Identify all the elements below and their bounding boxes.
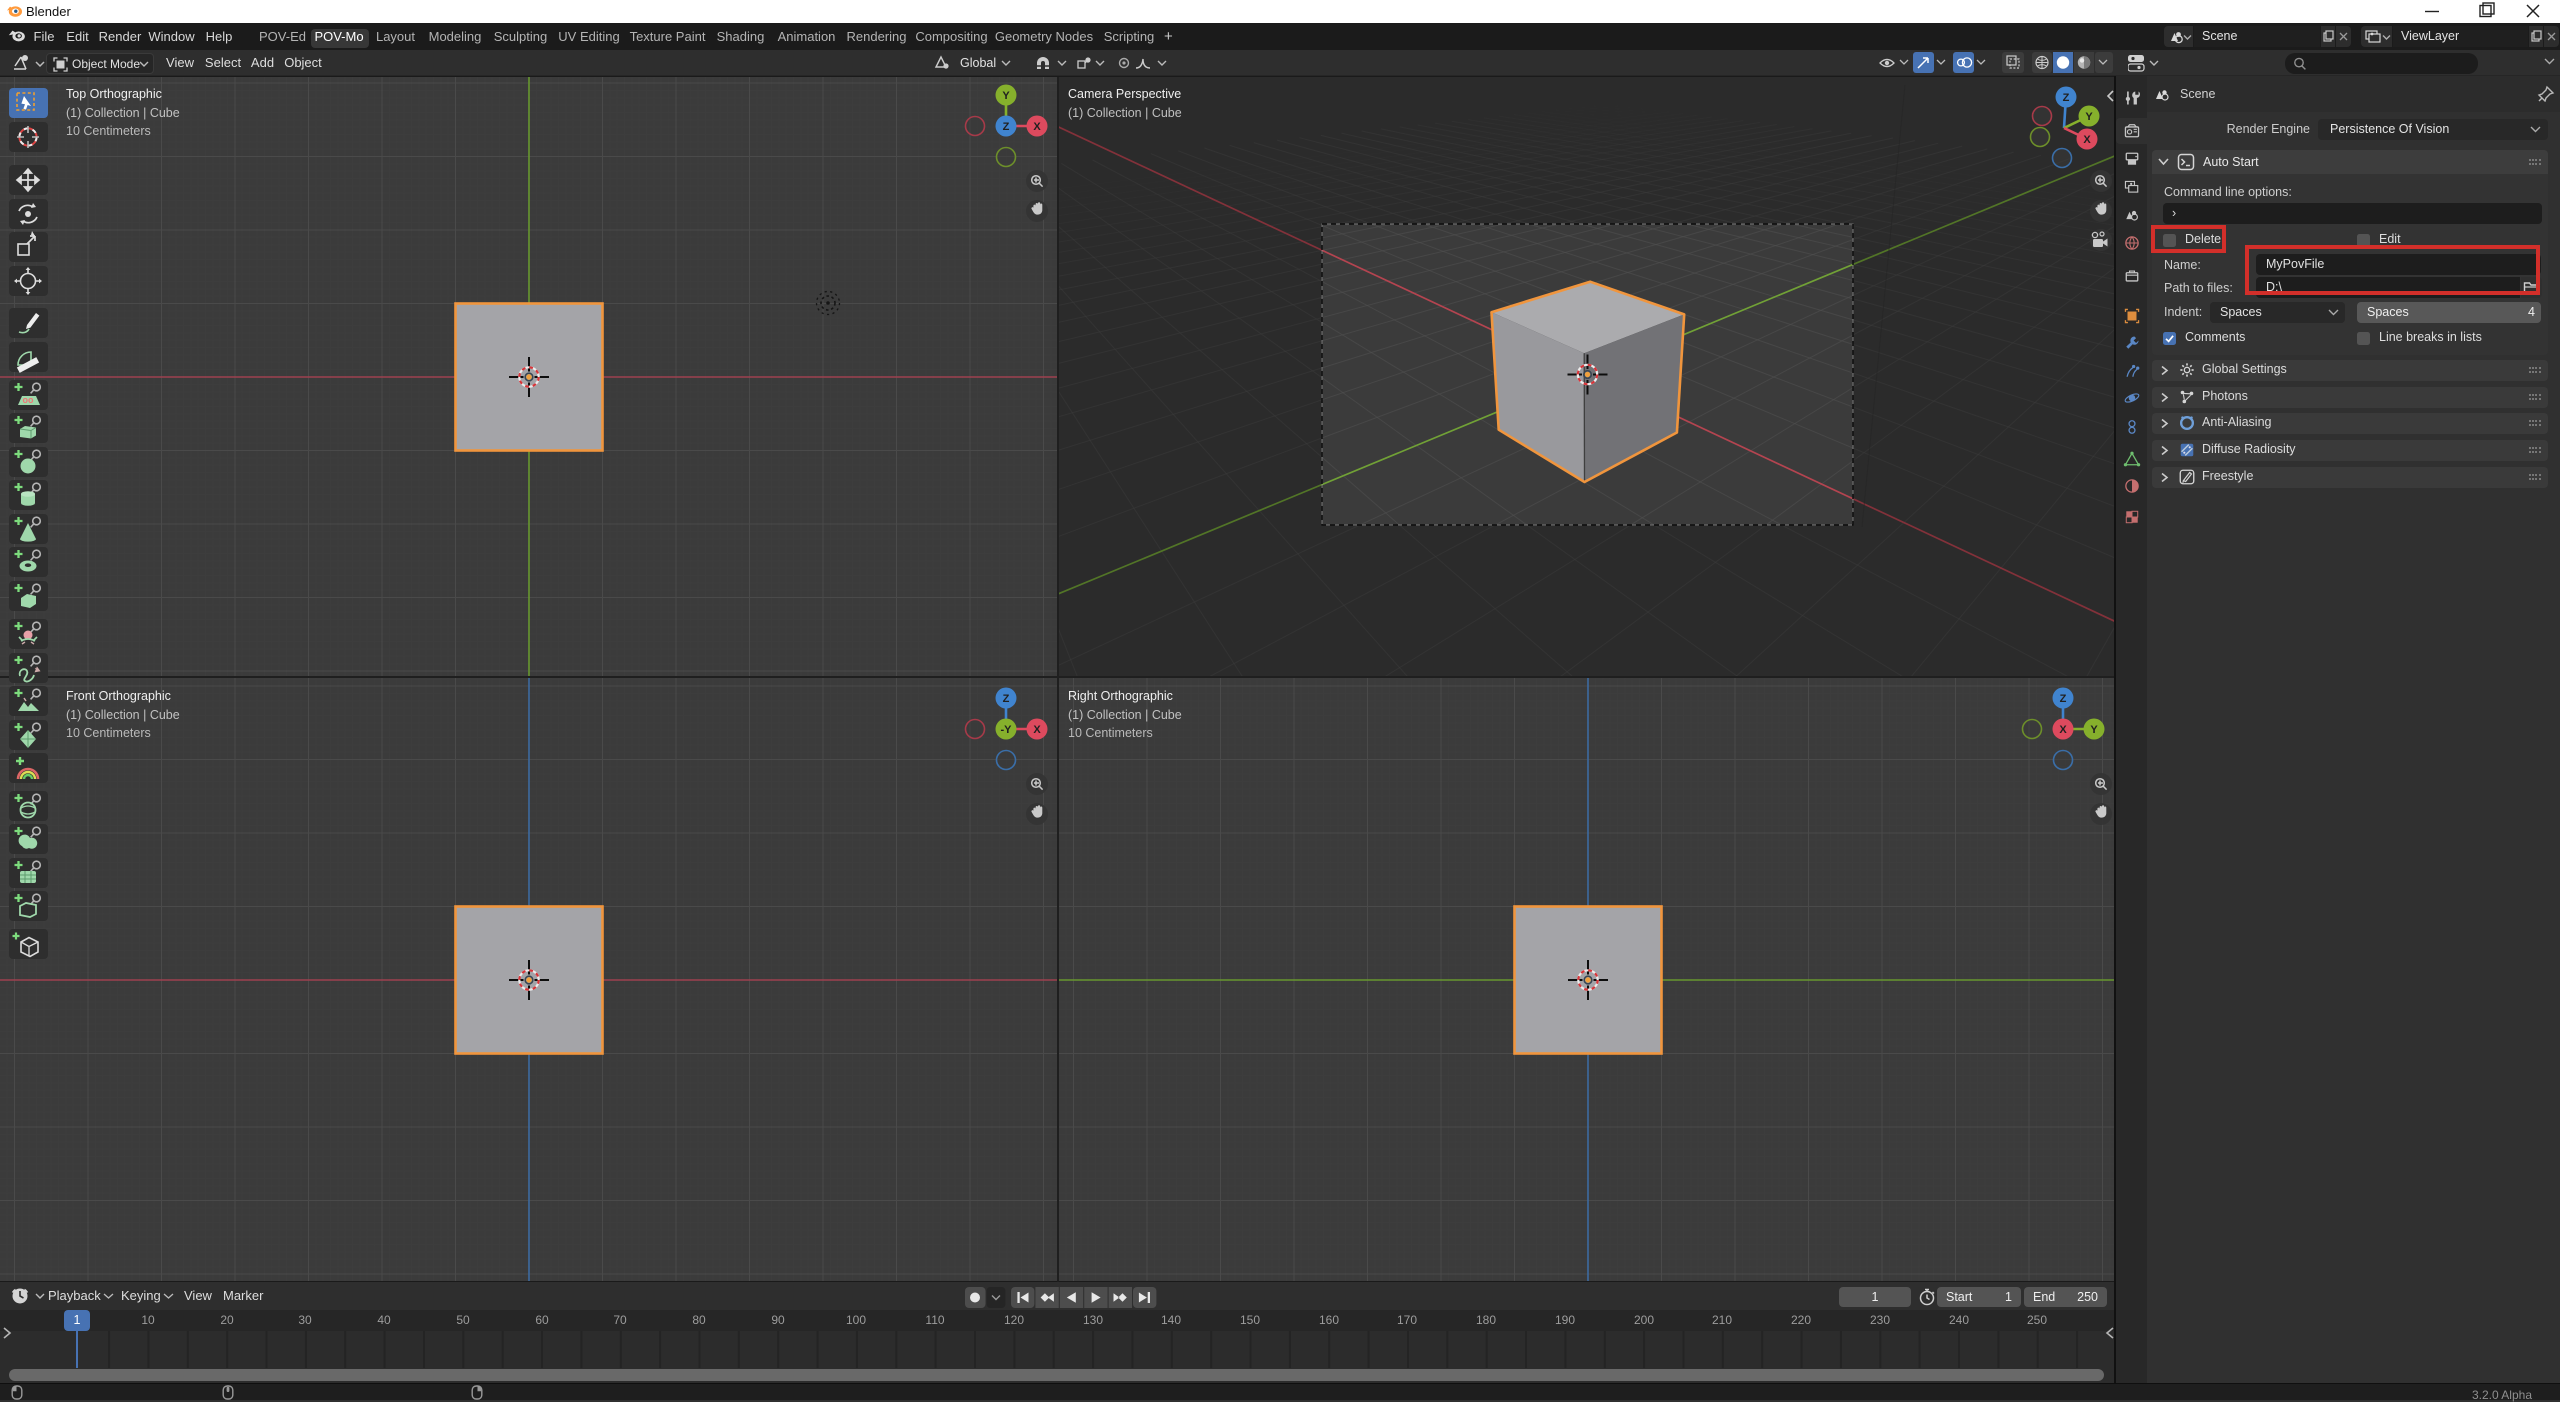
svg-text:Z: Z <box>2063 92 2070 104</box>
svg-text:X: X <box>1033 121 1041 133</box>
svg-text:Z: Z <box>1003 121 1010 133</box>
svg-text:Y: Y <box>2085 111 2093 123</box>
svg-text:X: X <box>2083 134 2091 146</box>
svg-text:Z: Z <box>1003 693 1010 705</box>
svg-text:Y: Y <box>2090 724 2098 736</box>
svg-text:X: X <box>1033 724 1041 736</box>
svg-text:Y: Y <box>1002 90 1010 102</box>
svg-text:X: X <box>2059 724 2067 736</box>
svg-text:Z: Z <box>2060 693 2067 705</box>
svg-text:Global: Global <box>960 56 996 70</box>
svg-text:-Y: -Y <box>1001 724 1013 736</box>
svg-text:oo: oo <box>23 395 34 405</box>
